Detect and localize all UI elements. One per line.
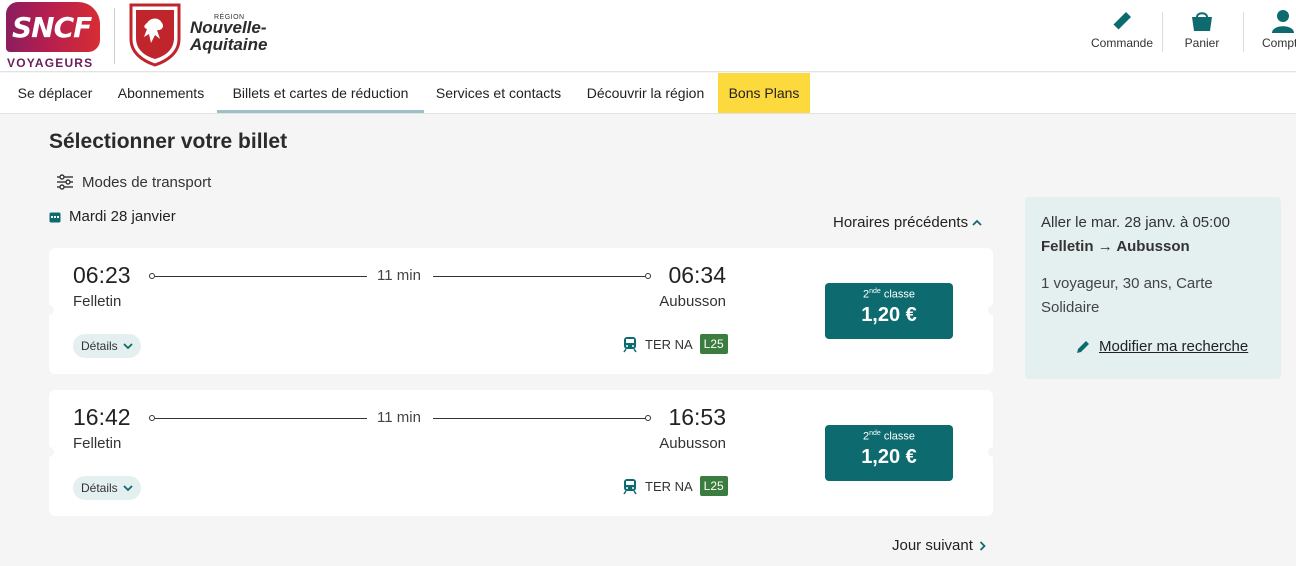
chevron-down-icon (123, 485, 133, 492)
travel-date-label: Mardi 28 janvier (69, 208, 176, 225)
travel-date: Mardi 28 janvier (49, 208, 176, 225)
account-label: Compte (1261, 36, 1296, 50)
journey-duration: 11 min (377, 409, 421, 426)
details-button[interactable]: Détails (73, 334, 141, 358)
train-icon (623, 478, 637, 494)
fare-class: 2nde classe (825, 430, 953, 443)
chevron-up-icon (972, 219, 982, 226)
nav-item-se-deplacer[interactable]: Se déplacer (5, 73, 105, 113)
region-name: Nouvelle- Aquitaine (190, 19, 267, 53)
logo-divider (114, 8, 115, 64)
filter-sliders-icon (57, 174, 73, 190)
card-notch-right (988, 305, 998, 315)
previous-schedules-link[interactable]: Horaires précédents (833, 214, 982, 231)
arrival-time: 16:53 (668, 404, 726, 430)
line-badge: L25 (699, 334, 728, 354)
route-arrow-icon: → (1097, 238, 1113, 255)
fare-class-word: classe (883, 430, 916, 443)
search-summary: Aller le mar. 28 janv. à 05:00 Felletin … (1025, 197, 1281, 379)
voyageurs-label: VOYAGEURS (7, 56, 94, 70)
nav-item-abonnements[interactable]: Abonnements (105, 73, 217, 113)
fare-class-word: classe (883, 288, 916, 301)
pencil-icon (1077, 340, 1089, 353)
price-button[interactable]: 2nde classe 1,20 € (825, 425, 953, 481)
top-header: SNCF VOYAGEURS RÉGION Nouvelle- Aquitain… (0, 0, 1296, 72)
main-nav: Se déplacer Abonnements Billets et carte… (0, 73, 1296, 114)
timeline-end-dot (645, 415, 651, 421)
transport-modes-button[interactable]: Modes de transport (56, 173, 211, 191)
transport-mode: TER NA L25 (622, 334, 728, 354)
nav-item-billets[interactable]: Billets et cartes de réduction (217, 73, 424, 113)
nav-item-decouvrir[interactable]: Découvrir la région (573, 73, 718, 113)
timeline-line (433, 276, 645, 277)
modify-search-link[interactable]: Modifier ma recherche (1075, 338, 1248, 355)
journey-card: 16:42 Felletin 11 min 16:53 Aubusson Dét… (44, 390, 998, 516)
card-notch-left (44, 305, 54, 315)
previous-schedules-label: Horaires précédents (833, 214, 969, 231)
departure-time: 16:42 (73, 404, 131, 430)
price-button[interactable]: 2nde classe 1,20 € (825, 283, 953, 339)
timeline-line (433, 418, 645, 419)
sncf-logo-text: SNCF (12, 11, 92, 44)
transport-mode-label: TER NA (645, 478, 693, 494)
timeline-line (155, 276, 367, 277)
orders-label: Commande (1090, 36, 1154, 50)
arrival-station: Aubusson (659, 435, 726, 452)
sncf-logo-badge: SNCF (6, 2, 100, 52)
sncf-voyageurs-logo[interactable]: SNCF VOYAGEURS (6, 2, 102, 70)
outbound-summary: Aller le mar. 28 janv. à 05:00 (1041, 214, 1230, 231)
nav-item-services[interactable]: Services et contacts (424, 73, 573, 113)
route-destination: Aubusson (1116, 238, 1190, 255)
account-button[interactable]: Compte (1243, 8, 1296, 54)
route-origin: Felletin (1041, 238, 1094, 255)
region-name-line2: Aquitaine (190, 35, 268, 54)
next-day-label: Jour suivant (892, 537, 973, 554)
price-value: 1,20 € (861, 445, 917, 468)
passenger-summary: 1 voyageur, 30 ans, Carte Solidaire (1041, 275, 1213, 316)
user-icon (1272, 10, 1294, 33)
journey-card: 06:23 Felletin 11 min 06:34 Aubusson Dét… (44, 248, 998, 374)
card-notch-right (988, 447, 998, 457)
chevron-down-icon (123, 343, 133, 350)
region-shield-icon (129, 3, 181, 67)
ticket-icon (1112, 12, 1131, 31)
price-value: 1,20 € (861, 303, 917, 326)
fare-class-suffix: nde (869, 288, 881, 295)
chevron-right-icon (979, 540, 986, 551)
departure-station: Felletin (73, 435, 122, 452)
arrival-time: 06:34 (668, 262, 726, 288)
orders-button[interactable]: Commande (1082, 8, 1162, 54)
basket-icon (1192, 12, 1212, 31)
basket-button[interactable]: Panier (1162, 8, 1242, 54)
transport-mode: TER NA L25 (622, 476, 728, 496)
arrival-station: Aubusson (659, 293, 726, 310)
departure-time: 06:23 (73, 262, 131, 288)
basket-label: Panier (1184, 36, 1220, 50)
line-badge: L25 (699, 476, 728, 496)
details-label: Détails (81, 481, 118, 495)
train-icon (623, 336, 637, 352)
departure-station: Felletin (73, 293, 122, 310)
fare-class: 2nde classe (825, 288, 953, 301)
calendar-icon (49, 212, 61, 222)
transport-modes-label: Modes de transport (82, 173, 212, 191)
transport-mode-label: TER NA (645, 336, 693, 352)
timeline-line (155, 418, 367, 419)
page-title: Sélectionner votre billet (49, 130, 288, 153)
region-name-line1: Nouvelle- (190, 18, 267, 37)
details-button[interactable]: Détails (73, 476, 141, 500)
nav-item-bons-plans[interactable]: Bons Plans (718, 73, 810, 113)
modify-search-label: Modifier ma recherche (1099, 338, 1249, 355)
card-notch-left (44, 447, 54, 457)
journey-duration: 11 min (377, 267, 421, 284)
fare-class-suffix: nde (869, 430, 881, 437)
timeline-end-dot (645, 273, 651, 279)
route-summary: Felletin → Aubusson (1041, 238, 1190, 255)
details-label: Détails (81, 339, 118, 353)
next-day-link[interactable]: Jour suivant (892, 537, 986, 554)
